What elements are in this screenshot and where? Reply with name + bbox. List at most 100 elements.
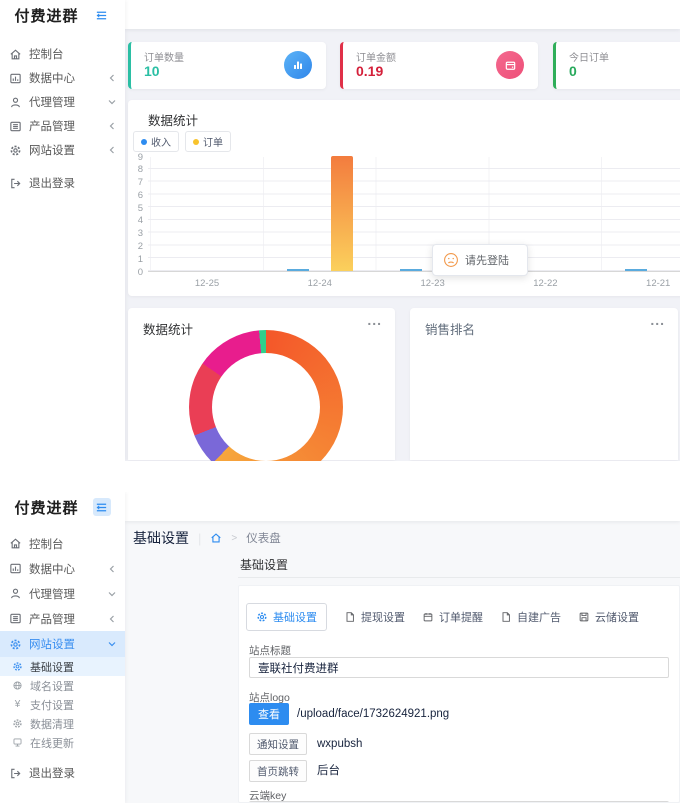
sidebar-subitem-basic-settings[interactable]: 基础设置	[0, 657, 125, 676]
tab-basic-settings[interactable]: 基础设置	[246, 603, 327, 631]
home-jump-value: 后台	[317, 765, 340, 777]
stat-label: 订单数量	[144, 53, 184, 64]
site-settings-icon	[9, 144, 22, 157]
bar-chart-card: 数据统计 收入 订单 9 8 7 6 5 4 3 2 1 0 12-25 12-24 12-23 12-2…	[128, 100, 680, 296]
chevron-left-icon	[108, 146, 116, 154]
sidebar-item-product[interactable]: 产品管理	[0, 606, 125, 631]
legend-dot-orders	[193, 138, 199, 145]
yen-icon: ¥	[14, 698, 21, 710]
sidebar-item-product[interactable]: 产品管理	[0, 114, 125, 138]
chevron-down-icon	[108, 590, 116, 598]
home-breadcrumb-icon[interactable]	[210, 532, 222, 544]
sidebar-item-console[interactable]: 控制台	[0, 42, 125, 66]
rank-card-title: 销售排名	[425, 323, 476, 337]
x-axis-label: 12-25	[194, 278, 220, 289]
chart-tooltip: 请先登陆	[432, 244, 528, 276]
doc-icon	[344, 611, 356, 623]
sidebar-subitem-data-clean[interactable]: 数据清理	[0, 714, 125, 733]
site-settings-icon	[9, 638, 22, 651]
notify-settings-addon[interactable]: 通知设置	[249, 733, 307, 755]
data-center-icon	[9, 72, 22, 85]
chevron-down-icon	[108, 640, 116, 648]
sidebar-item-console[interactable]: 控制台	[0, 531, 125, 556]
stat-card-today-orders: 今日订单 0	[553, 42, 680, 89]
stat-label: 今日订单	[569, 53, 609, 64]
bar-chart-title: 数据统计	[148, 114, 199, 128]
sidebar-item-site-settings[interactable]: 网站设置	[0, 631, 125, 657]
bar-income	[399, 269, 422, 271]
notify-value: wxpubsh	[317, 738, 363, 750]
sidebar-subitem-domain-settings[interactable]: 域名设置	[0, 676, 125, 695]
donut-card-title: 数据统计	[143, 323, 194, 337]
sad-face-icon	[444, 253, 458, 267]
menu-collapse-icon[interactable]	[92, 498, 111, 516]
sidebar: 付费进群 控制台 数据中心 代理管理 产品管理	[0, 492, 125, 803]
brand: 付费进群	[0, 0, 125, 30]
settings-card: 基础设置 提现设置 订单提醒 自建广告 云储设置 站点标题 壹联社付费进群 站点…	[238, 585, 680, 803]
logout-icon	[9, 767, 22, 780]
dashboard-screenshot: 订单数量 10 订单金额 0.19 今日订单 0 数据统计 收入 订单 9 8 …	[0, 0, 680, 461]
data-center-icon	[9, 562, 22, 575]
stat-value: 0.19	[356, 63, 384, 79]
tab-cloud-storage[interactable]: 云储设置	[578, 609, 639, 625]
logout-icon	[9, 177, 22, 190]
site-title-input[interactable]	[249, 657, 669, 678]
gear-icon	[256, 611, 268, 623]
open-tab-basic-settings[interactable]: 基础设置	[240, 556, 288, 573]
sidebar-item-site-settings[interactable]: 网站设置	[0, 138, 125, 162]
x-axis-label: 12-22	[533, 278, 558, 289]
sidebar-item-logout[interactable]: 退出登录	[0, 761, 125, 785]
chevron-left-icon	[108, 615, 116, 623]
home-icon	[9, 537, 22, 550]
gear-icon	[12, 661, 23, 672]
sidebar-nav: 控制台 数据中心 代理管理 产品管理 网站设置	[0, 531, 125, 785]
stat-card-order-count: 订单数量 10	[128, 42, 326, 89]
chevron-left-icon	[108, 74, 116, 82]
logo-path: /upload/face/1732624921.png	[297, 708, 450, 720]
sidebar-subitem-payment-settings[interactable]: ¥ 支付设置	[0, 695, 125, 714]
bar-chart-plot: 9 8 7 6 5 4 3 2 1 0 12-25 12-24 12-23 12-22 12-21	[138, 152, 680, 289]
sidebar-item-agent[interactable]: 代理管理	[0, 90, 125, 114]
chevron-left-icon	[108, 565, 116, 573]
legend-orders[interactable]: 订单	[185, 131, 231, 152]
x-axis-label: 12-23	[420, 278, 445, 289]
brand: 付费进群	[0, 492, 125, 522]
save-icon	[578, 611, 590, 623]
globe-icon	[12, 680, 23, 691]
breadcrumb-separator: >	[231, 532, 238, 544]
agent-icon	[9, 96, 22, 109]
sidebar-nav: 控制台 数据中心 代理管理 产品管理 网站设置	[0, 42, 125, 195]
chart-legend: 收入 订单	[133, 131, 231, 152]
sidebar: 付费进群 控制台 数据中心 代理管理 产品管理	[0, 0, 125, 461]
tab-order-reminder[interactable]: 订单提醒	[422, 609, 483, 625]
topbar	[125, 0, 680, 29]
bar-income	[286, 268, 309, 271]
chart-bars-icon	[284, 51, 312, 79]
clean-icon	[12, 718, 23, 729]
site-title-label: 站点标题	[249, 645, 291, 657]
sidebar-item-data-center[interactable]: 数据中心	[0, 556, 125, 581]
more-icon[interactable]: ...	[650, 312, 665, 328]
sidebar-item-logout[interactable]: 退出登录	[0, 171, 125, 195]
bar-orders	[330, 156, 353, 271]
breadcrumb-item-dashboard[interactable]: 仪表盘	[246, 530, 281, 546]
legend-income[interactable]: 收入	[133, 131, 179, 152]
view-logo-button[interactable]: 查看	[249, 703, 289, 725]
settings-tabs: 基础设置 提现设置 订单提醒 自建广告 云储设置	[246, 603, 656, 631]
sales-rank-card: 销售排名 ...	[410, 308, 678, 460]
breadcrumb-divider: |	[198, 530, 202, 546]
bar-income	[625, 269, 648, 271]
sidebar-subitem-online-update[interactable]: 在线更新	[0, 733, 125, 752]
doc-icon	[500, 611, 512, 623]
home-jump-addon[interactable]: 首页跳转	[249, 760, 307, 782]
tab-withdraw-settings[interactable]: 提现设置	[344, 609, 405, 625]
page-title: 基础设置	[133, 530, 189, 546]
more-icon[interactable]: ...	[367, 312, 382, 328]
tooltip-text: 请先登陆	[465, 255, 509, 267]
menu-collapse-icon[interactable]	[93, 6, 111, 24]
sidebar-item-agent[interactable]: 代理管理	[0, 581, 125, 606]
sidebar-item-data-center[interactable]: 数据中心	[0, 66, 125, 90]
app-title: 付费进群	[14, 8, 79, 25]
chevron-down-icon	[108, 98, 116, 106]
tab-self-ads[interactable]: 自建广告	[500, 609, 561, 625]
